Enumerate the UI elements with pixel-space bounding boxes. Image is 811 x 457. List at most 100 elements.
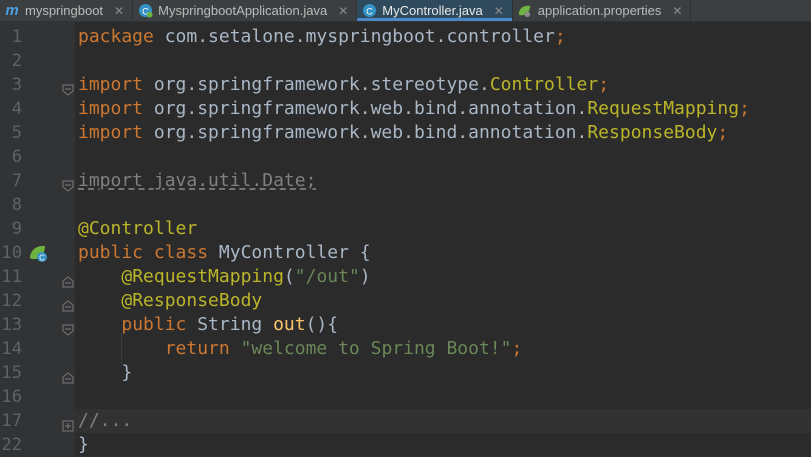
line-number: 12 [0, 289, 75, 313]
line-number-text: 15 [1, 363, 22, 383]
code-text: return "welcome to Spring Boot!"; [78, 337, 523, 361]
code-line[interactable] [75, 145, 811, 169]
line-number: 10 C [0, 241, 75, 265]
code-token: Controller [489, 74, 599, 95]
code-token: ( [283, 266, 295, 287]
code-line[interactable]: import java.util.Date; [75, 169, 811, 193]
code-area[interactable]: package com.setalone.myspringboot.contro… [75, 22, 811, 457]
code-line[interactable]: @Controller [75, 217, 811, 241]
code-token: ; [717, 122, 729, 143]
code-text: } [78, 361, 132, 385]
line-number: 8 [0, 193, 75, 217]
spring-properties-icon [517, 3, 533, 19]
code-line[interactable]: public String out(){ [75, 313, 811, 337]
code-line[interactable]: import org.springframework.web.bind.anno… [75, 97, 811, 121]
code-line[interactable]: package com.setalone.myspringboot.contro… [75, 25, 811, 49]
class-icon: C [361, 3, 377, 19]
code-text: package com.setalone.myspringboot.contro… [78, 25, 566, 49]
code-token: import java.util.Date; [78, 170, 317, 191]
fold-open-icon[interactable] [62, 319, 74, 336]
svg-text:C: C [366, 6, 373, 16]
line-number-text: 7 [11, 171, 22, 191]
tab-application-properties[interactable]: application.properties ✕ [513, 0, 692, 21]
code-text: import org.springframework.stereotype.Co… [78, 73, 609, 97]
code-token: import [78, 74, 154, 95]
fold-end-icon[interactable] [62, 367, 74, 384]
close-icon[interactable]: ✕ [672, 4, 682, 18]
code-token: class [153, 242, 219, 263]
line-number-text: 5 [11, 123, 22, 143]
line-number-text: 1 [11, 27, 22, 47]
code-token: org.springframework.web.bind.annotation. [153, 98, 588, 119]
code-line[interactable]: @ResponseBody [75, 289, 811, 313]
line-number: 7 [0, 169, 75, 193]
code-line[interactable]: } [75, 433, 811, 457]
line-number: 2 [0, 49, 75, 73]
code-text: public String out(){ [78, 313, 338, 337]
line-number-text: 16 [1, 387, 22, 407]
tab-myspringbootapplication[interactable]: C MyspringbootApplication.java ✕ [133, 0, 358, 21]
code-line[interactable] [75, 385, 811, 409]
maven-module-icon: m [5, 2, 19, 19]
line-number-text: 17 [1, 411, 22, 431]
code-token: ; [554, 26, 566, 47]
code-line[interactable]: import org.springframework.web.bind.anno… [75, 121, 811, 145]
code-editor[interactable]: 1 2 3 4 5 6 7 8 9 10 C 11 12 13 14 15 16 17 22 package com… [0, 22, 811, 457]
code-token: RequestMapping [587, 98, 740, 119]
code-line[interactable]: } [75, 361, 811, 385]
code-token: out [273, 314, 306, 335]
fold-collapsed-icon[interactable] [62, 415, 74, 432]
code-token: (){ [305, 314, 339, 335]
code-token: @RequestMapping [121, 266, 284, 287]
fold-open-icon[interactable] [62, 79, 74, 96]
close-icon[interactable]: ✕ [338, 4, 348, 18]
line-number: 3 [0, 73, 75, 97]
code-token: com.setalone.myspringboot.controller [164, 26, 555, 47]
code-token: package [78, 26, 165, 47]
code-text: @ResponseBody [78, 289, 262, 313]
code-token: import [78, 98, 154, 119]
code-token: org.springframework.stereotype. [153, 74, 490, 95]
code-token: ; [511, 338, 523, 359]
tab-mycontroller[interactable]: C MyController.java ✕ [357, 0, 513, 21]
editor-tab-bar: m myspringboot ✕ C MyspringbootApplicati… [0, 0, 811, 22]
line-number: 16 [0, 385, 75, 409]
line-number: 1 [0, 25, 75, 49]
tab-label: application.properties [537, 3, 662, 18]
line-number-text: 11 [1, 267, 22, 287]
fold-end-icon[interactable] [62, 271, 74, 288]
code-text: import org.springframework.web.bind.anno… [78, 121, 728, 145]
code-line[interactable]: import org.springframework.stereotype.Co… [75, 73, 811, 97]
code-line[interactable]: return "welcome to Spring Boot!"; [75, 337, 811, 361]
code-token: public [121, 314, 198, 335]
line-number: 4 [0, 97, 75, 121]
code-token: @ResponseBody [121, 290, 263, 311]
tab-label: MyController.java [382, 3, 483, 18]
close-icon[interactable]: ✕ [494, 4, 504, 18]
line-number: 15 [0, 361, 75, 385]
line-number: 13 [0, 313, 75, 337]
tab-myspringboot[interactable]: m myspringboot ✕ [0, 0, 134, 21]
code-token: } [78, 362, 133, 383]
code-token: ; [598, 74, 610, 95]
code-text: @Controller [78, 217, 197, 241]
code-line[interactable]: //... [75, 409, 811, 433]
code-line[interactable]: @RequestMapping("/out") [75, 265, 811, 289]
line-number-text: 9 [11, 219, 22, 239]
indent-guide [121, 333, 122, 365]
line-number-text: 6 [11, 147, 22, 167]
code-token: String [197, 314, 274, 335]
close-icon[interactable]: ✕ [114, 4, 124, 18]
code-text: @RequestMapping("/out") [78, 265, 370, 289]
code-line[interactable] [75, 193, 811, 217]
line-number: 11 [0, 265, 75, 289]
line-number: 22 [0, 433, 75, 457]
fold-open-icon[interactable] [62, 175, 74, 192]
code-token: "/out" [294, 266, 360, 287]
fold-end-icon[interactable] [62, 295, 74, 312]
code-line[interactable] [75, 49, 811, 73]
line-number: 5 [0, 121, 75, 145]
code-line[interactable]: public class MyController { [75, 241, 811, 265]
code-token: @Controller [78, 218, 198, 239]
